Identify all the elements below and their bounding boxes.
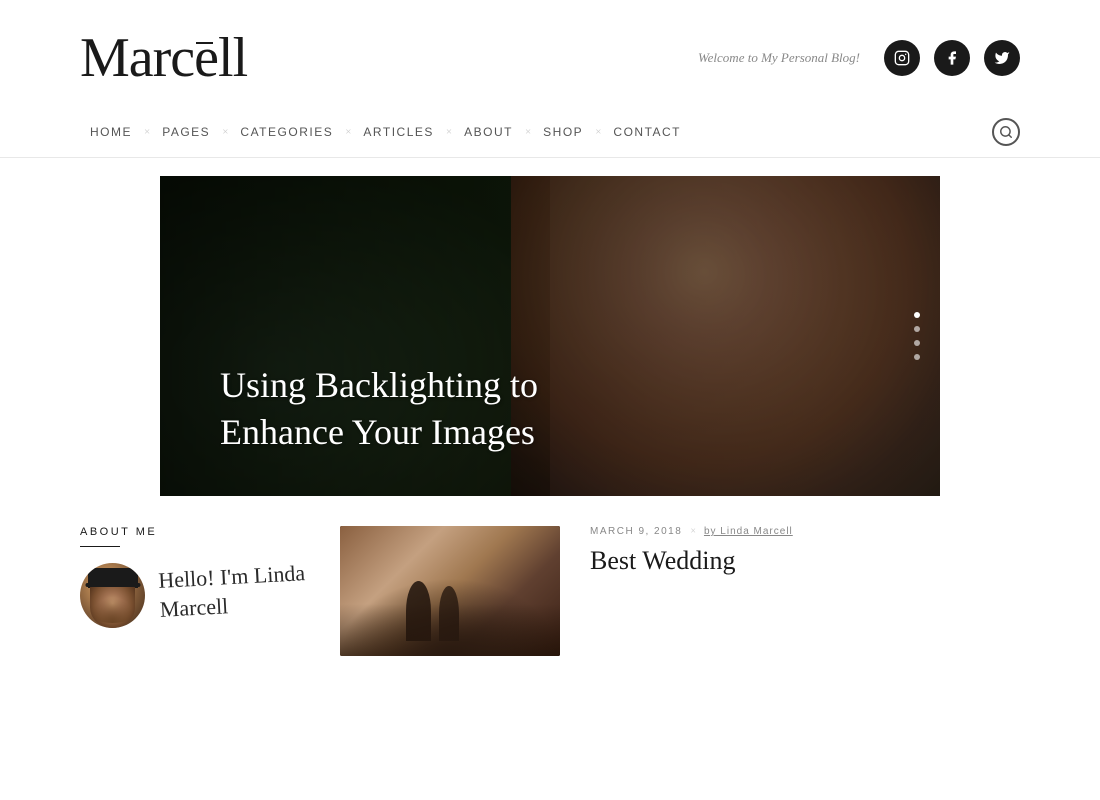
header-tagline: Welcome to My Personal Blog! [698, 50, 860, 66]
nav-item-about[interactable]: ABOUT [454, 125, 523, 139]
article-author[interactable]: by Linda Marcell [704, 526, 793, 537]
hero-dot-2[interactable] [914, 326, 920, 332]
search-button[interactable] [992, 118, 1020, 146]
bottom-section: ABOUT ME Hello! I'm LindaMarcell MARCH 9… [0, 496, 1100, 656]
site-header: Marcell Welcome to My Personal Blog! [0, 0, 1100, 106]
hero-dots [914, 312, 920, 360]
facebook-icon[interactable] [934, 40, 970, 76]
nav-item-shop[interactable]: SHOP [533, 125, 593, 139]
hero-section: Using Backlighting to Enhance Your Image… [160, 176, 940, 496]
hero-dot-1[interactable] [914, 312, 920, 318]
avatar [80, 563, 145, 628]
nav-link-pages[interactable]: PAGES [152, 125, 220, 139]
nav-sep-4: × [444, 126, 454, 138]
nav-item-pages[interactable]: PAGES [152, 125, 220, 139]
twitter-icon[interactable] [984, 40, 1020, 76]
hero-dot-3[interactable] [914, 340, 920, 346]
nav-item-articles[interactable]: ARTICLES [353, 125, 443, 139]
hero-dot-4[interactable] [914, 354, 920, 360]
site-logo[interactable]: Marcell [80, 30, 247, 86]
about-title: ABOUT ME [80, 526, 310, 538]
nav-link-home[interactable]: HOME [80, 125, 142, 139]
about-sidebar: ABOUT ME Hello! I'm LindaMarcell [80, 526, 310, 656]
article-preview: MARCH 9, 2018 × by Linda Marcell Best We… [590, 526, 1020, 656]
article-meta: MARCH 9, 2018 × by Linda Marcell [590, 526, 1020, 537]
about-signature: Hello! I'm LindaMarcell [159, 563, 306, 620]
article-meta-sep: × [690, 526, 696, 537]
nav-item-contact[interactable]: CONTACT [603, 125, 691, 139]
instagram-icon[interactable] [884, 40, 920, 76]
nav-sep-6: × [593, 126, 603, 138]
header-right: Welcome to My Personal Blog! [698, 40, 1020, 76]
nav-link-about[interactable]: ABOUT [454, 125, 523, 139]
nav-link-categories[interactable]: CATEGORIES [230, 125, 343, 139]
hero-title: Using Backlighting to Enhance Your Image… [220, 362, 620, 456]
hero-text: Using Backlighting to Enhance Your Image… [220, 362, 620, 456]
signature-text: Hello! I'm LindaMarcell [158, 559, 308, 624]
about-content: Hello! I'm LindaMarcell [80, 563, 310, 628]
nav-sep-5: × [523, 126, 533, 138]
main-nav: HOME × PAGES × CATEGORIES × ARTICLES × A… [0, 106, 1100, 158]
article-date: MARCH 9, 2018 [590, 526, 682, 537]
nav-item-home[interactable]: HOME [80, 125, 142, 139]
nav-sep-3: × [343, 126, 353, 138]
about-title-underline [80, 546, 120, 547]
nav-link-shop[interactable]: SHOP [533, 125, 593, 139]
article-title: Best Wedding [590, 545, 1020, 576]
nav-link-contact[interactable]: CONTACT [603, 125, 691, 139]
hero-wrapper: Using Backlighting to Enhance Your Image… [0, 158, 1100, 496]
featured-image[interactable] [340, 526, 560, 656]
nav-item-categories[interactable]: CATEGORIES [230, 125, 343, 139]
nav-links: HOME × PAGES × CATEGORIES × ARTICLES × A… [80, 125, 691, 139]
nav-sep-2: × [220, 126, 230, 138]
nav-link-articles[interactable]: ARTICLES [353, 125, 443, 139]
search-icon[interactable] [992, 118, 1020, 146]
nav-sep-1: × [142, 126, 152, 138]
